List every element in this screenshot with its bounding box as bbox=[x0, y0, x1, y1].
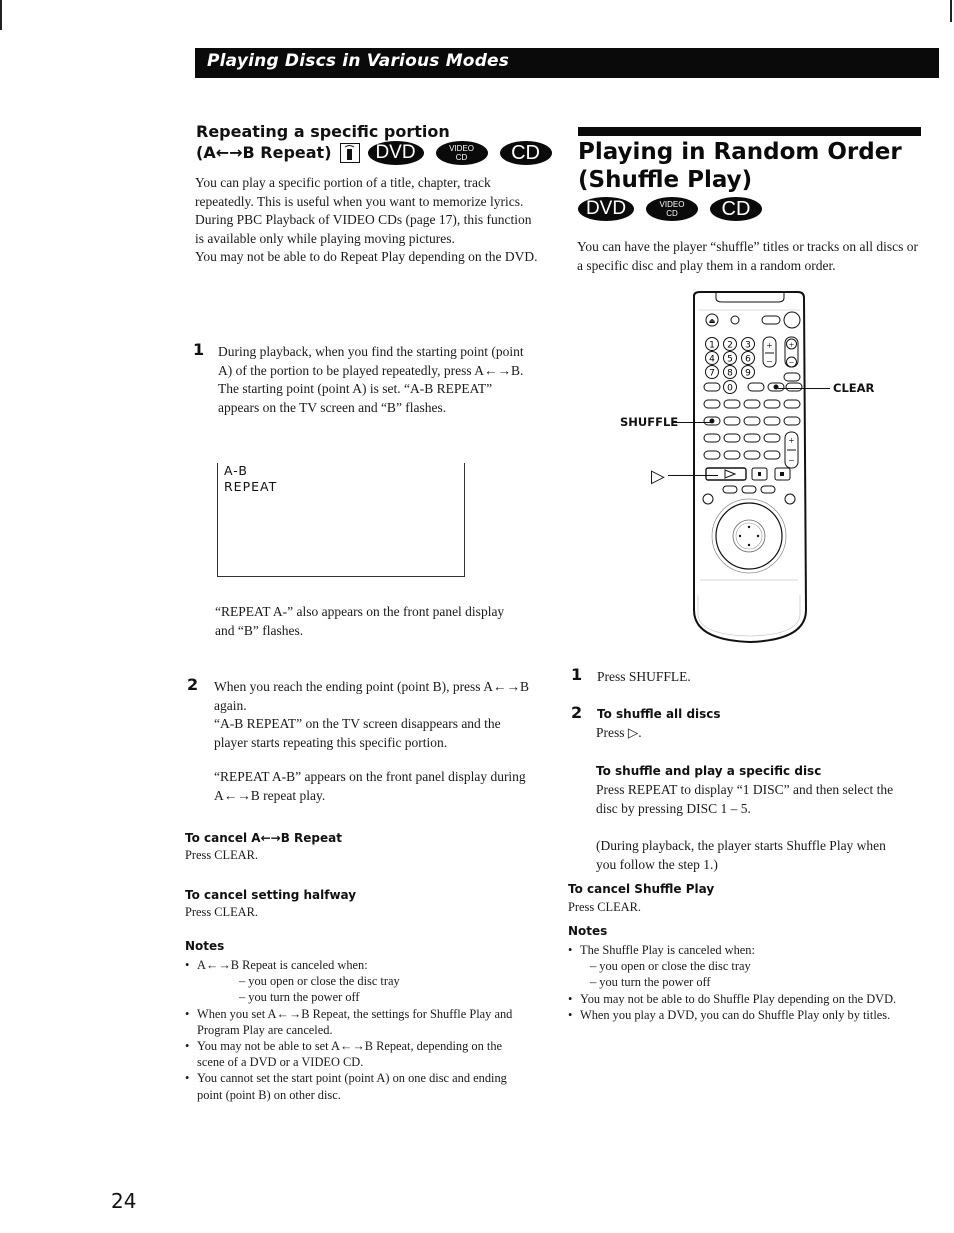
step-number: 1 bbox=[571, 665, 583, 684]
left-notes-list: A←→B Repeat is canceled when: – you open… bbox=[185, 957, 530, 1103]
right-step1-text: Press SHUFFLE. bbox=[597, 669, 691, 684]
remote-control-icon bbox=[339, 143, 360, 163]
right-disc-badges: DVD VIDEO CD CD bbox=[578, 197, 762, 221]
scan-edge-mark-left bbox=[0, 0, 2, 30]
tv-screen-text: A-B REPEAT bbox=[224, 463, 277, 495]
cancel-shuffle-text: Press CLEAR. bbox=[568, 900, 641, 914]
digit-label: 0 bbox=[727, 384, 733, 394]
shuffle-callout-label: SHUFFLE bbox=[620, 415, 679, 429]
svg-text:+: + bbox=[767, 341, 773, 352]
shuffle-specific-text: Press REPEAT to display “1 DISC” and the… bbox=[596, 782, 894, 816]
note-text: A←→B Repeat is canceled when: bbox=[197, 958, 368, 972]
shuffle-all-heading: To shuffle all discs bbox=[597, 707, 721, 721]
note-item: A←→B Repeat is canceled when: – you open… bbox=[185, 957, 530, 1006]
shuffle-specific-heading: To shuffle and play a specific disc bbox=[596, 764, 822, 778]
left-disc-badges: DVD VIDEO CD CD bbox=[367, 141, 552, 165]
note-item: The Shuffle Play is canceled when: – you… bbox=[568, 942, 898, 991]
note-item: You may not be able to set A←→B Repeat, … bbox=[185, 1038, 530, 1070]
intro-paragraph: During PBC Playback of VIDEO CDs (page 1… bbox=[195, 212, 532, 246]
note-sub-item: – you turn the power off bbox=[239, 990, 360, 1005]
video-cd-badge-top: VIDEO bbox=[659, 200, 685, 209]
clear-callout-label: CLEAR bbox=[833, 381, 875, 395]
play-callout-label: ▷ bbox=[651, 466, 665, 487]
digit-label: 4 bbox=[709, 355, 715, 365]
tv-screen-line2: REPEAT bbox=[224, 479, 278, 494]
cancel-shuffle-heading: To cancel Shuffle Play bbox=[568, 882, 715, 896]
step-result: “A-B REPEAT” on the TV screen disappears… bbox=[214, 716, 501, 750]
scan-edge-mark-right bbox=[950, 0, 952, 22]
intro-paragraph: You may not be able to do Repeat Play de… bbox=[195, 249, 538, 265]
svg-text:+: + bbox=[789, 340, 794, 350]
cancel-repeat-text: Press CLEAR. bbox=[185, 848, 258, 862]
page-number: 24 bbox=[111, 1189, 137, 1213]
note-sub-item: – you open or close the disc tray bbox=[239, 974, 400, 989]
step-front-panel: “REPEAT A-B” appears on the front panel … bbox=[214, 769, 526, 803]
clear-callout-line bbox=[778, 388, 830, 389]
step-number: 1 bbox=[193, 340, 205, 359]
note-item: When you set A←→B Repeat, the settings f… bbox=[185, 1006, 530, 1038]
left-heading-row: (A←→B Repeat) DVD VIDEO CD CD bbox=[196, 141, 552, 165]
right-notes-heading: Notes bbox=[568, 924, 608, 938]
note-sub-item: – you open or close the disc tray bbox=[590, 959, 751, 974]
intro-paragraph: You can play a specific portion of a tit… bbox=[195, 175, 524, 209]
step-instruction: During playback, when you find the start… bbox=[218, 344, 524, 378]
svg-text:–: – bbox=[788, 455, 795, 466]
cancel-halfway-heading: To cancel setting halfway bbox=[185, 888, 357, 902]
video-cd-badge: VIDEO CD bbox=[646, 197, 698, 221]
left-heading-line2: (A←→B Repeat) bbox=[196, 143, 332, 162]
shuffle-all-text: Press ▷. bbox=[596, 725, 642, 740]
left-notes-heading: Notes bbox=[185, 939, 225, 953]
svg-text:+: + bbox=[789, 436, 795, 447]
front-panel-note: “REPEAT A-” also appears on the front pa… bbox=[215, 604, 505, 638]
cancel-halfway-text: Press CLEAR. bbox=[185, 905, 258, 919]
left-intro: You can play a specific portion of a tit… bbox=[195, 174, 540, 267]
video-cd-badge-bottom: CD bbox=[455, 153, 468, 162]
shuffle-callout-line bbox=[672, 422, 712, 423]
section-header-title: Playing Discs in Various Modes bbox=[207, 51, 510, 71]
digit-label: 6 bbox=[745, 355, 751, 365]
left-heading-line1: Repeating a specific portion bbox=[196, 122, 450, 141]
right-intro: You can have the player “shuffle” titles… bbox=[577, 239, 919, 273]
remote-control-illustration: ⏏ 1 2 3 4 5 6 7 8 9 0 + – + – + – bbox=[693, 291, 808, 644]
cd-badge: CD bbox=[499, 141, 552, 165]
right-page-title: Playing in Random Order (Shuffle Play) bbox=[578, 138, 902, 194]
digit-label: 5 bbox=[727, 355, 733, 365]
cd-badge: CD bbox=[710, 197, 762, 221]
right-notes-list: The Shuffle Play is canceled when: – you… bbox=[568, 942, 898, 1023]
cancel-repeat-heading: To cancel A←→B Repeat bbox=[185, 831, 342, 845]
left-step2: When you reach the ending point (point B… bbox=[214, 678, 536, 806]
digit-label: 2 bbox=[727, 341, 733, 351]
digit-label: 1 bbox=[709, 341, 715, 351]
right-title-line1: Playing in Random Order bbox=[578, 139, 902, 165]
digit-label: 3 bbox=[745, 341, 751, 351]
dvd-badge: DVD bbox=[578, 197, 634, 221]
svg-text:–: – bbox=[766, 356, 773, 367]
note-item: When you play a DVD, you can do Shuffle … bbox=[568, 1007, 898, 1023]
step-instruction: When you reach the ending point (point B… bbox=[214, 679, 529, 713]
svg-text:⏏: ⏏ bbox=[709, 317, 716, 325]
note-item: You may not be able to do Shuffle Play d… bbox=[568, 991, 898, 1007]
during-playback-note: (During playback, the player starts Shuf… bbox=[596, 838, 886, 872]
step-result: The starting point (point A) is set. “A-… bbox=[218, 381, 493, 415]
left-step1: During playback, when you find the start… bbox=[218, 343, 536, 417]
digit-label: 7 bbox=[709, 369, 715, 379]
step-number: 2 bbox=[187, 675, 199, 694]
digit-label: 9 bbox=[745, 369, 751, 379]
video-cd-badge-bottom: CD bbox=[666, 209, 678, 218]
video-cd-badge: VIDEO CD bbox=[435, 141, 488, 165]
right-title-line2: (Shuffle Play) bbox=[578, 167, 753, 193]
play-callout-line bbox=[668, 475, 718, 476]
video-cd-badge-top: VIDEO bbox=[449, 144, 474, 153]
step-number: 2 bbox=[571, 703, 583, 722]
tv-screen-line1: A-B bbox=[224, 463, 248, 478]
note-item: You cannot set the start point (point A)… bbox=[185, 1070, 530, 1102]
digit-label: 8 bbox=[727, 369, 733, 379]
dvd-badge: DVD bbox=[367, 141, 424, 165]
note-text: The Shuffle Play is canceled when: bbox=[580, 943, 755, 957]
note-sub-item: – you turn the power off bbox=[590, 975, 711, 990]
svg-text:–: – bbox=[788, 357, 794, 367]
right-heading-rule bbox=[578, 127, 921, 136]
